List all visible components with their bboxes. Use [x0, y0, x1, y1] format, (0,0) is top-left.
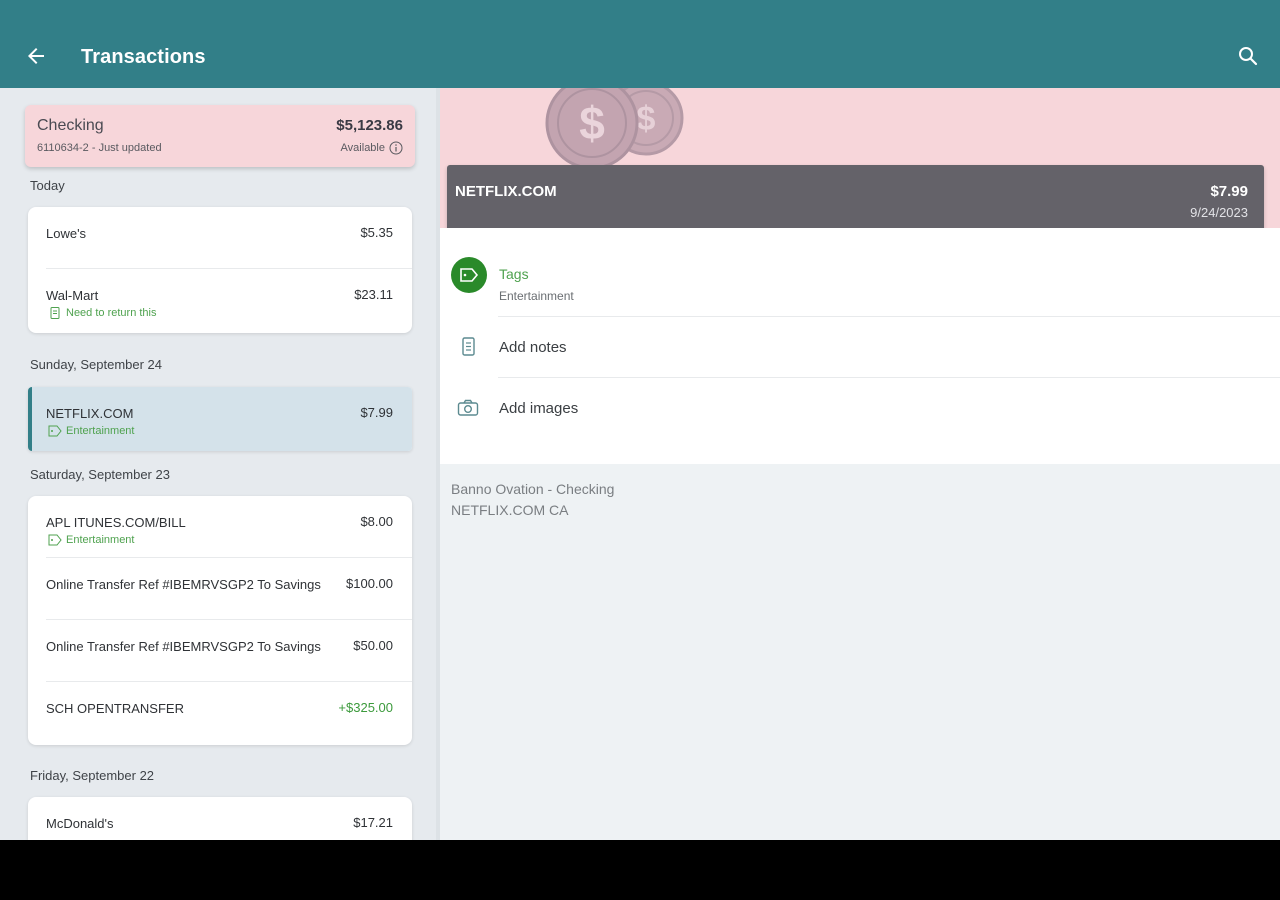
note-text: Need to return this	[66, 307, 157, 319]
transaction-name: NETFLIX.COM	[46, 406, 134, 421]
account-subtitle: 6110634-2 - Just updated	[37, 142, 162, 154]
transaction-amount: $50.00	[353, 638, 393, 653]
date-header-sunday: Sunday, September 24	[30, 357, 163, 372]
transaction-amount: $100.00	[346, 576, 393, 591]
transaction-date: 9/24/2023	[1190, 205, 1248, 220]
date-header-friday: Friday, September 22	[30, 768, 155, 783]
transaction-amount: $7.99	[1210, 183, 1248, 200]
transaction-row-opentransfer[interactable]: SCH OPENTRANSFER +$325.00	[28, 682, 412, 744]
balance-label: Available	[340, 142, 385, 154]
tag-icon	[48, 425, 62, 437]
transaction-name: SCH OPENTRANSFER	[46, 701, 184, 716]
add-images-label: Add images	[499, 400, 579, 417]
page-title: Transactions	[81, 46, 206, 68]
transaction-detail-pane: $ $ NETFLIX.COM $7.99 9/24/2023 Tags Ent…	[440, 88, 1280, 840]
app-bar: Transactions	[0, 0, 1280, 88]
transaction-row-netflix[interactable]: NETFLIX.COM $7.99 Entertainment	[28, 387, 412, 451]
transaction-name: Online Transfer Ref #IBEMRVSGP2 To Savin…	[46, 639, 321, 654]
note-icon	[50, 307, 60, 319]
add-notes-label: Add notes	[499, 339, 567, 356]
dollar-coins-icon: $ $	[545, 88, 684, 168]
transaction-name: Lowe's	[46, 226, 87, 241]
transaction-amount: $23.11	[354, 287, 393, 302]
transaction-row-transfer-50[interactable]: Online Transfer Ref #IBEMRVSGP2 To Savin…	[28, 620, 412, 682]
transaction-amount: $8.00	[360, 514, 393, 529]
transaction-group-today: Lowe's $5.35 Wal-Mart $23.11 Need to ret…	[28, 207, 412, 333]
transaction-amount: $5.35	[360, 225, 393, 240]
tag-icon	[451, 257, 487, 293]
tags-label: Tags	[499, 266, 529, 282]
camera-icon	[457, 399, 479, 416]
add-notes-row[interactable]: Add notes	[440, 317, 1280, 378]
note-icon	[462, 337, 475, 356]
transaction-amount: $17.21	[353, 815, 393, 830]
account-card[interactable]: Checking 6110634-2 - Just updated $5,123…	[25, 105, 415, 167]
tag-text: Entertainment	[66, 425, 135, 437]
transaction-list-pane: Checking 6110634-2 - Just updated $5,123…	[0, 88, 436, 840]
transaction-row-lowes[interactable]: Lowe's $5.35	[28, 207, 412, 269]
detail-actions: Tags Entertainment Add notes Add images	[440, 228, 1280, 464]
transaction-name: Online Transfer Ref #IBEMRVSGP2 To Savin…	[46, 577, 321, 592]
add-images-row[interactable]: Add images	[440, 378, 1280, 439]
merchant-name: NETFLIX.COM	[455, 183, 557, 200]
date-header-today: Today	[30, 178, 65, 193]
tag-text: Entertainment	[66, 534, 135, 546]
svg-text:$: $	[579, 97, 605, 149]
account-name: Checking	[37, 117, 104, 134]
transaction-name: Wal-Mart	[46, 288, 99, 303]
transactions-screen: Transactions Checking 6110634-2 - Just u…	[0, 0, 1280, 840]
account-balance: $5,123.86	[336, 117, 403, 134]
date-header-saturday: Saturday, September 23	[30, 467, 170, 482]
transaction-row-itunes[interactable]: APL ITUNES.COM/BILL $8.00 Entertainment	[28, 496, 412, 558]
transaction-name: APL ITUNES.COM/BILL	[46, 515, 186, 530]
transaction-note: Need to return this	[48, 307, 157, 319]
tags-value: Entertainment	[499, 289, 574, 303]
transaction-tag: Entertainment	[48, 534, 134, 546]
info-icon[interactable]	[389, 141, 403, 155]
transaction-row-walmart[interactable]: Wal-Mart $23.11 Need to return this	[28, 269, 412, 331]
tag-icon	[48, 534, 62, 546]
transaction-row-transfer-100[interactable]: Online Transfer Ref #IBEMRVSGP2 To Savin…	[28, 558, 412, 620]
transaction-amount: +$325.00	[338, 700, 393, 715]
search-icon[interactable]	[1236, 44, 1260, 68]
transaction-name: McDonald's	[46, 816, 114, 831]
transaction-tag: Entertainment	[48, 425, 134, 437]
transaction-group-friday: McDonald's $17.21	[28, 797, 412, 840]
arrow-left-icon[interactable]	[24, 44, 48, 68]
description-line: NETFLIX.COM CA	[451, 502, 569, 518]
transaction-group-sunday: NETFLIX.COM $7.99 Entertainment	[28, 387, 412, 451]
svg-text:$: $	[637, 100, 656, 138]
system-navigation-bar	[0, 840, 1280, 900]
transaction-row-mcdonalds[interactable]: McDonald's $17.21	[28, 797, 412, 840]
transaction-group-saturday: APL ITUNES.COM/BILL $8.00 Entertainment …	[28, 496, 412, 745]
tags-row[interactable]: Tags Entertainment	[440, 228, 1280, 317]
transaction-amount: $7.99	[360, 405, 393, 420]
account-line: Banno Ovation - Checking	[451, 481, 615, 497]
